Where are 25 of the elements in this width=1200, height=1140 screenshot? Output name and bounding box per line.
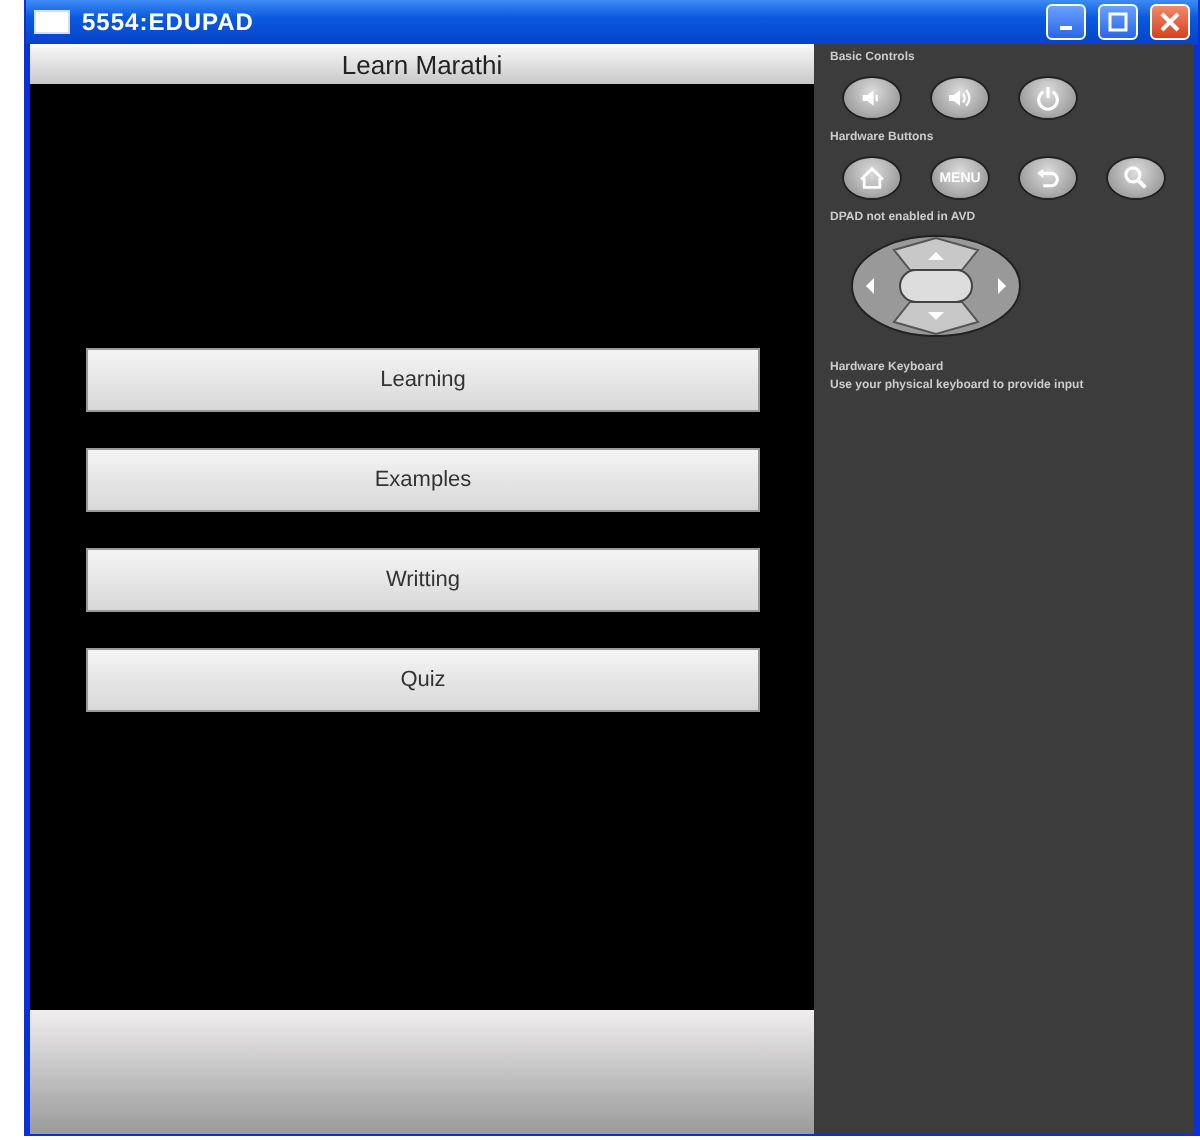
speaker-button[interactable] — [842, 76, 902, 120]
speaker-button[interactable] — [930, 76, 990, 120]
menu-button[interactable]: Learning — [86, 348, 760, 412]
window-title: 5554:EDUPAD — [82, 8, 256, 36]
maximize-icon — [1108, 12, 1128, 32]
menu-button[interactable]: Writting — [86, 548, 760, 612]
power-icon — [1034, 84, 1062, 112]
search-icon — [1122, 164, 1150, 192]
menu-button[interactable]: Examples — [86, 448, 760, 512]
home-icon — [858, 164, 886, 192]
back-arrow-button[interactable] — [1018, 156, 1078, 200]
window-icon — [34, 10, 70, 34]
power-button[interactable] — [1018, 76, 1078, 120]
minimize-button[interactable] — [1046, 4, 1086, 40]
search-button[interactable] — [1106, 156, 1166, 200]
close-icon — [1160, 12, 1180, 32]
speaker-icon — [946, 84, 974, 112]
back-arrow-icon — [1034, 164, 1062, 192]
home-button[interactable] — [842, 156, 902, 200]
close-button[interactable] — [1150, 4, 1190, 40]
dpad-drawing[interactable] — [850, 234, 1022, 338]
app-title-bar: Learn Marathi — [30, 44, 814, 84]
maximize-button[interactable] — [1098, 4, 1138, 40]
minimize-icon — [1060, 26, 1072, 30]
menu-button[interactable]: Quiz — [86, 648, 760, 712]
